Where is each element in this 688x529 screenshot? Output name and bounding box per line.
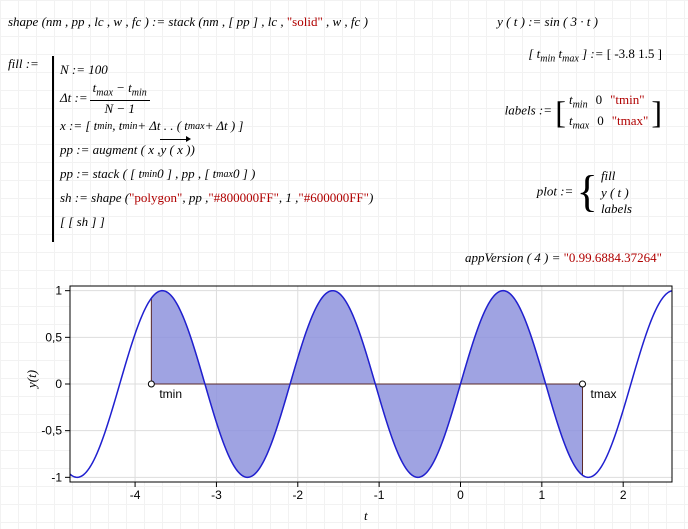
svg-text:tmax: tmax bbox=[591, 387, 617, 401]
s: max bbox=[562, 54, 579, 65]
xlabel: t bbox=[364, 508, 368, 524]
s: min bbox=[540, 54, 555, 65]
t: sh := shape ( bbox=[60, 190, 129, 206]
t: fill bbox=[601, 168, 632, 184]
lit: "0.99.6884.37264" bbox=[564, 250, 662, 265]
def-shape: shape (nm , pp , lc , w , fc ) := stack … bbox=[8, 14, 368, 30]
t: N − 1 bbox=[104, 101, 134, 115]
svg-text:2: 2 bbox=[620, 488, 627, 502]
svg-text:-1: -1 bbox=[51, 470, 62, 484]
def-tminmax: [ tmin tmax ] := [ -3.8 1.5 ] bbox=[528, 46, 662, 65]
t: labels := bbox=[505, 103, 552, 118]
def-y: y ( t ) := sin ( 3 · t ) bbox=[497, 14, 598, 30]
t: appVersion ( 4 ) = bbox=[465, 250, 564, 265]
labels-matrix: [ tmin0"tmin" tmax0"tmax" ] bbox=[555, 92, 662, 131]
t: plot := bbox=[537, 183, 574, 198]
t: , w , fc ) bbox=[323, 14, 368, 29]
t: ) bbox=[190, 142, 194, 158]
svg-text:-4: -4 bbox=[130, 488, 141, 502]
plot-svg: -4 -3 -2 -1 0 1 2 -1 -0,5 0 0,5 1 tmin tmax bbox=[24, 280, 680, 508]
t: pp := stack ( [ t bbox=[60, 166, 142, 182]
t: 0 ] , pp , [ t bbox=[157, 166, 216, 182]
lit: "tmin" bbox=[610, 92, 644, 108]
t: [ -3.8 1.5 ] bbox=[607, 46, 662, 61]
t: ) bbox=[369, 190, 373, 206]
s: max bbox=[188, 121, 205, 132]
def-N: N := 100 bbox=[60, 62, 108, 78]
t: labels bbox=[601, 201, 632, 217]
t: 0 ] ) bbox=[233, 166, 255, 182]
s: max bbox=[216, 169, 233, 180]
t: y ( t ) := sin ( 3 · t ) bbox=[497, 14, 598, 29]
lit: "#600000FF" bbox=[298, 190, 369, 206]
s: max bbox=[573, 120, 590, 131]
lit: "#800000FF" bbox=[208, 190, 279, 206]
t: ] := bbox=[582, 46, 603, 61]
t: 0 bbox=[597, 113, 604, 129]
s: min bbox=[97, 121, 112, 132]
lit: "tmax" bbox=[612, 113, 649, 129]
t: y ( x ) bbox=[160, 142, 190, 157]
t: [ [ sh ] ] bbox=[60, 214, 105, 230]
t: , pp , bbox=[182, 190, 208, 206]
lit-solid: "solid" bbox=[287, 14, 323, 29]
t: x := [ t bbox=[60, 118, 97, 134]
s: max bbox=[96, 88, 113, 99]
svg-text:0: 0 bbox=[55, 377, 62, 391]
t: pp := augment ( x , bbox=[60, 142, 160, 158]
svg-text:-1: -1 bbox=[374, 488, 385, 502]
svg-text:1: 1 bbox=[538, 488, 545, 502]
svg-text:0,5: 0,5 bbox=[45, 330, 62, 344]
program-bar bbox=[52, 56, 54, 242]
s: min bbox=[142, 169, 157, 180]
svg-text:tmin: tmin bbox=[159, 387, 182, 401]
t: stack (nm , [ pp ] , lc , bbox=[168, 14, 286, 29]
t: + Δt . . ( t bbox=[137, 118, 187, 134]
svg-text:0: 0 bbox=[457, 488, 464, 502]
def-labels: labels := [ tmin0"tmin" tmax0"tmax" ] bbox=[505, 92, 662, 131]
t: Δt := bbox=[60, 90, 88, 106]
frac: tmax − tmin N − 1 bbox=[90, 81, 150, 115]
app-version: appVersion ( 4 ) = "0.99.6884.37264" bbox=[465, 250, 662, 266]
svg-text:-2: -2 bbox=[292, 488, 303, 502]
svg-text:1: 1 bbox=[55, 284, 62, 298]
s: min bbox=[122, 121, 137, 132]
fill-label: fill := bbox=[8, 56, 39, 72]
t: fill := bbox=[8, 56, 39, 71]
s: min bbox=[573, 100, 588, 111]
def-plot: plot := { fill y ( t ) labels bbox=[537, 168, 632, 217]
vec: y ( x ) bbox=[160, 142, 190, 158]
svg-text:-3: -3 bbox=[211, 488, 222, 502]
t: , 1 , bbox=[279, 190, 299, 206]
t: + Δt ) ] bbox=[205, 118, 244, 134]
t: , t bbox=[112, 118, 122, 134]
t: 0 bbox=[596, 92, 603, 108]
t: [ t bbox=[528, 46, 540, 61]
plot-region: y(t) -4-3-2-1012-1-0,500,51tmintmax t bbox=[24, 280, 680, 520]
t: − t bbox=[113, 80, 132, 95]
t: shape (nm , pp , lc , w , fc ) := bbox=[8, 14, 165, 29]
program-block: N := 100 Δt := tmax − tmin N − 1 x := [ … bbox=[60, 58, 373, 234]
t: y ( t ) bbox=[601, 185, 632, 201]
ylabel: y(t) bbox=[24, 370, 40, 388]
svg-text:-0,5: -0,5 bbox=[41, 424, 62, 438]
brace-icon: { bbox=[577, 175, 598, 209]
s: min bbox=[132, 88, 147, 99]
lit: "polygon" bbox=[129, 190, 182, 206]
